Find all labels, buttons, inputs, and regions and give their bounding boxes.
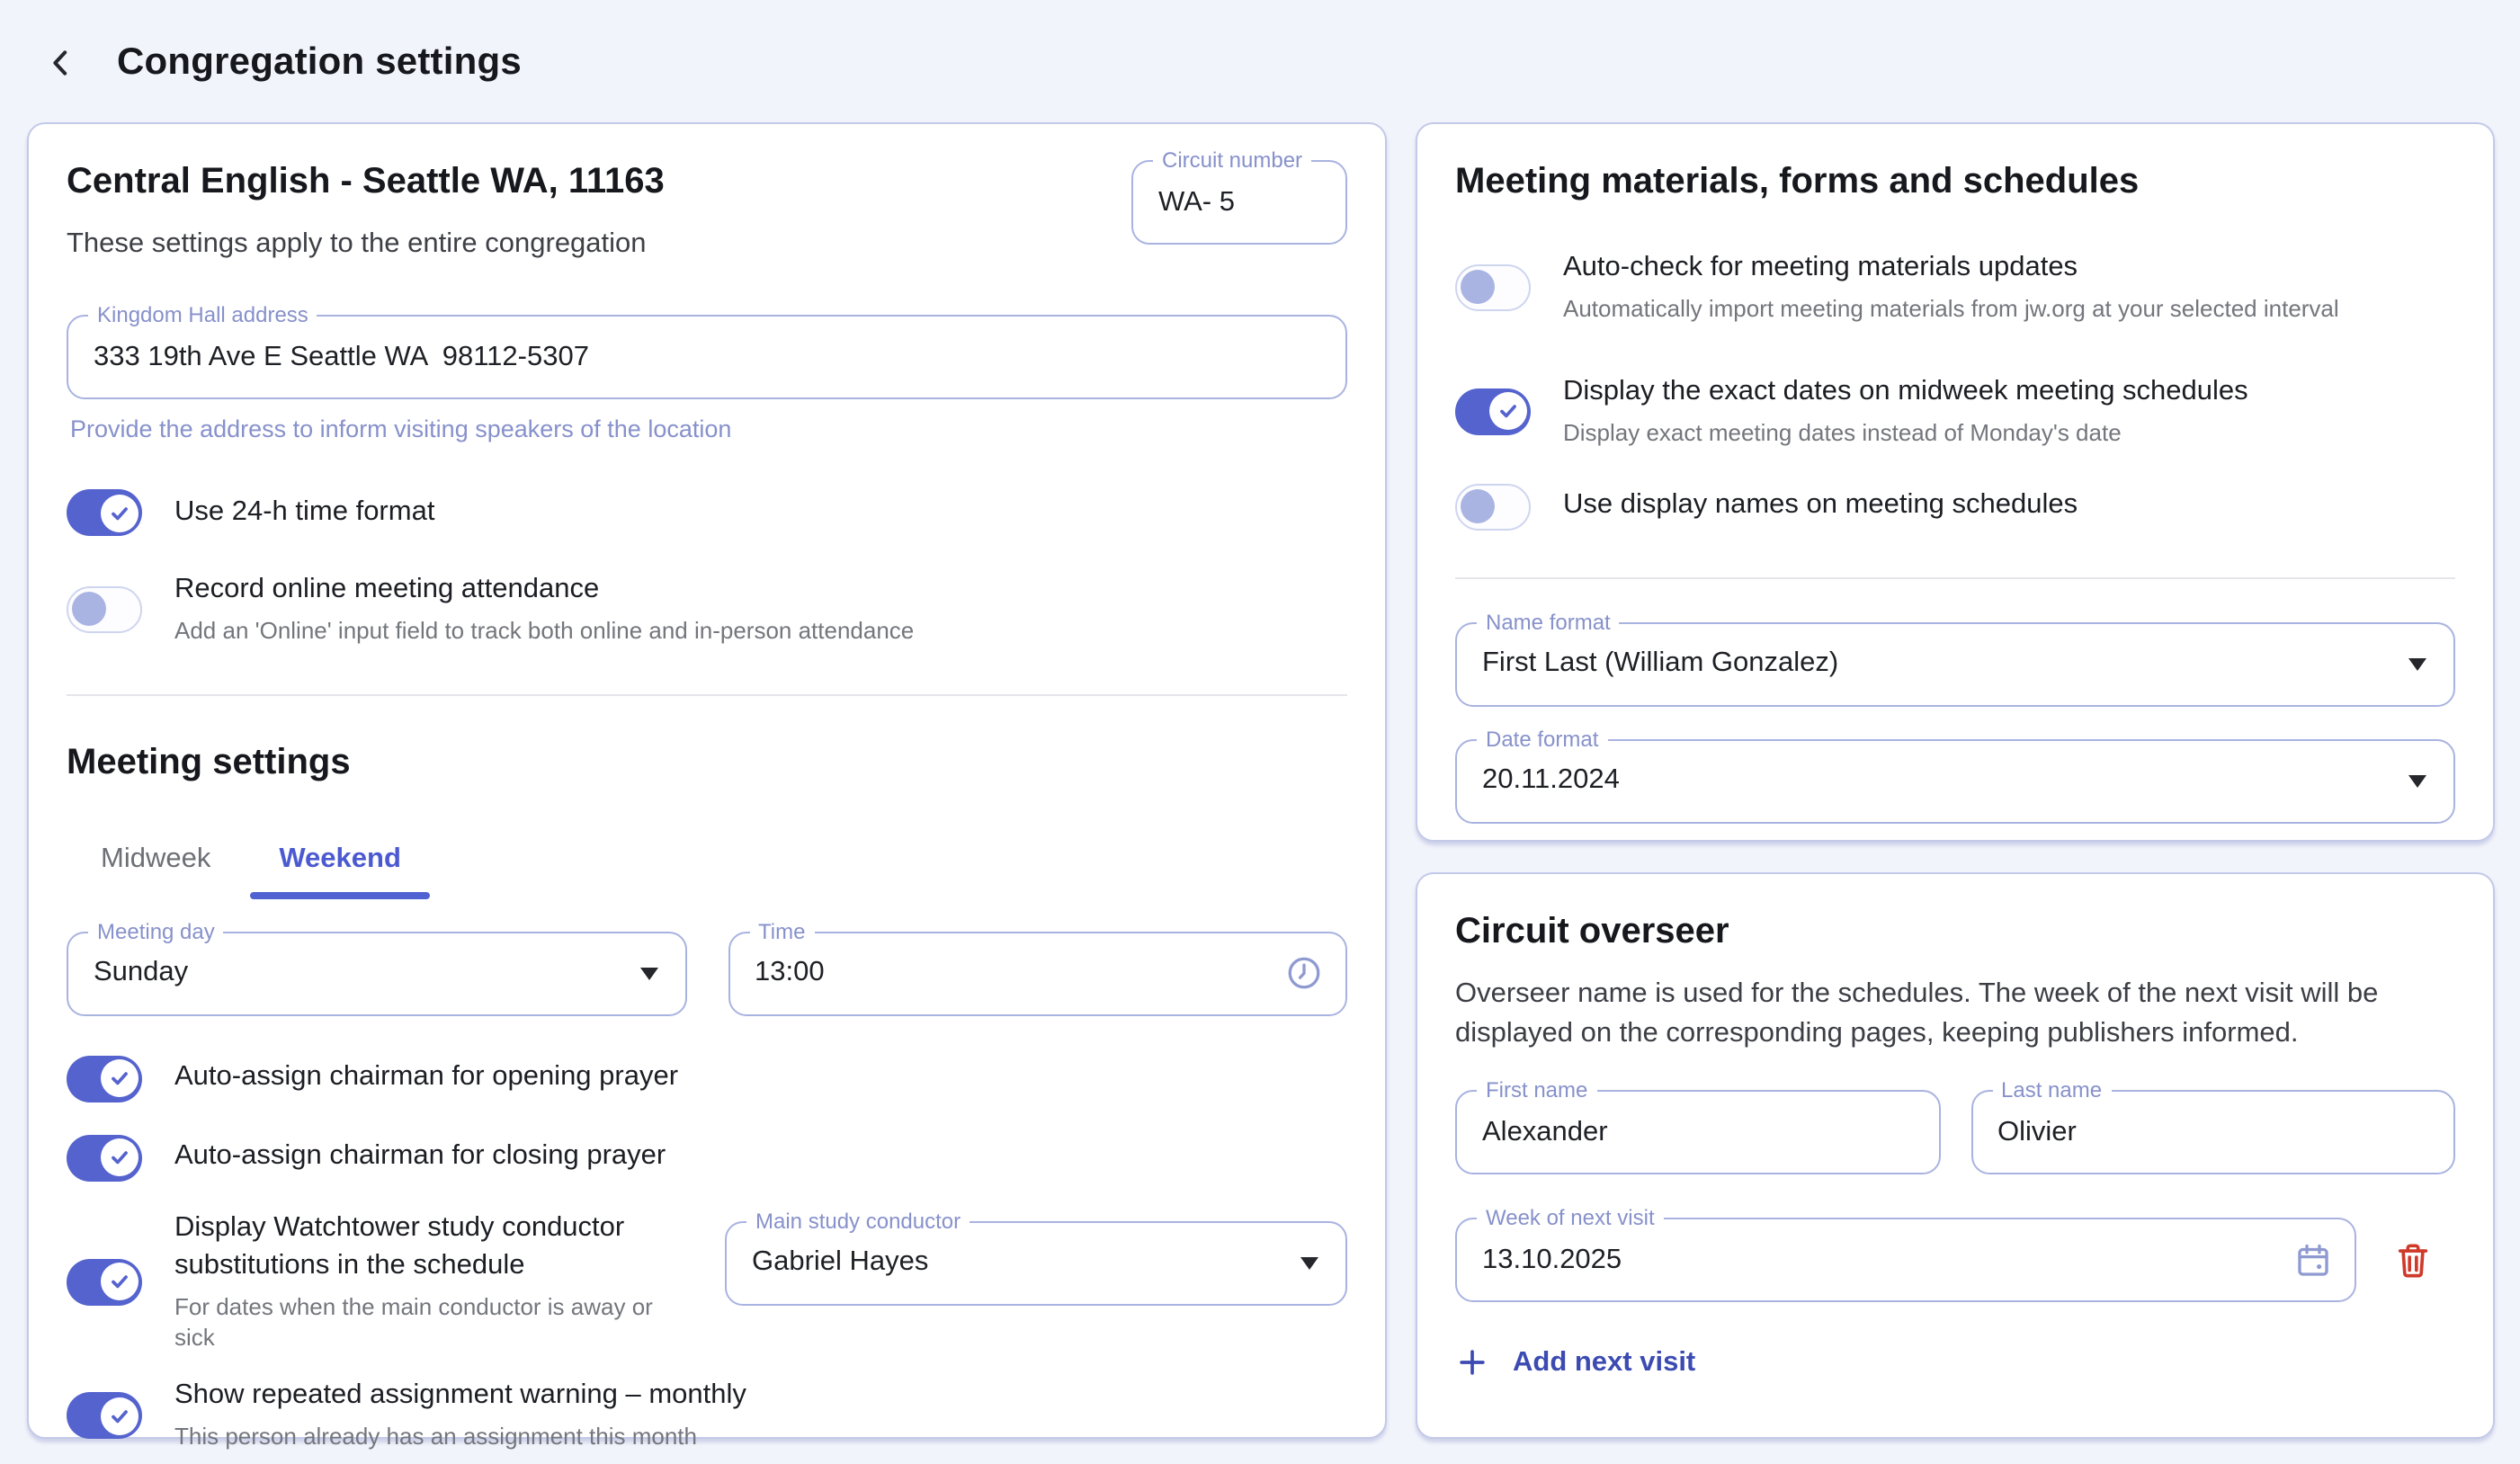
opening-prayer-row: Auto-assign chairman for opening prayer (67, 1056, 1347, 1102)
chevron-down-icon (639, 969, 657, 981)
tab-weekend[interactable]: Weekend (245, 827, 435, 899)
last-name-field[interactable]: Last name Olivier (1970, 1090, 2455, 1174)
chevron-down-icon (2408, 658, 2426, 671)
auto-check-helper: Automatically import meeting materials f… (1563, 295, 2339, 326)
section-divider (1455, 576, 2455, 578)
wt-substitutions-label: Display Watchtower study conductor subst… (174, 1210, 669, 1286)
week-of-next-visit-label: Week of next visit (1477, 1205, 1664, 1230)
add-next-visit-button[interactable]: Add next visit (1455, 1345, 1695, 1379)
record-online-helper: Add an 'Online' input field to track bot… (174, 617, 914, 647)
meeting-tabs: Midweek Weekend (67, 827, 1347, 899)
last-name-value: Olivier (1997, 1116, 2077, 1148)
use-24h-toggle[interactable] (67, 489, 142, 536)
record-online-row: Record online meeting attendance Add an … (67, 572, 1347, 647)
first-name-label: First name (1477, 1077, 1596, 1102)
main-study-conductor-label: Main study conductor (746, 1209, 970, 1234)
calendar-icon[interactable] (2293, 1240, 2333, 1280)
date-format-select[interactable]: Date format 20.11.2024 (1455, 738, 2455, 823)
time-label: Time (749, 919, 814, 944)
meeting-day-label: Meeting day (88, 919, 224, 944)
circuit-number-label: Circuit number (1153, 147, 1311, 173)
closing-prayer-toggle[interactable] (67, 1135, 142, 1182)
circuit-number-field[interactable]: Circuit number WA- 5 (1131, 160, 1347, 245)
auto-check-label: Auto-check for meeting materials updates (1563, 250, 2339, 288)
auto-check-toggle[interactable] (1455, 264, 1531, 311)
first-name-value: Alexander (1482, 1116, 1608, 1148)
name-format-select[interactable]: Name format First Last (William Gonzalez… (1455, 621, 2455, 706)
display-names-row: Use display names on meeting schedules (1455, 483, 2455, 530)
chevron-down-icon (2408, 775, 2426, 788)
auto-check-row: Auto-check for meeting materials updates… (1455, 250, 2455, 326)
materials-card: Meeting materials, forms and schedules A… (1416, 122, 2495, 842)
toggle-check-icon (1488, 392, 1526, 430)
use-24h-label: Use 24-h time format (174, 494, 434, 531)
address-helper-text: Provide the address to inform visiting s… (67, 415, 1347, 442)
meeting-settings-heading: Meeting settings (67, 743, 1347, 784)
toggle-check-icon (100, 494, 138, 531)
repeat-warning-helper: This person already has an assignment th… (174, 1424, 746, 1454)
overseer-heading: Circuit overseer (1455, 912, 2455, 953)
opening-prayer-label: Auto-assign chairman for opening prayer (174, 1060, 678, 1098)
chevron-down-icon (1300, 1258, 1318, 1271)
toggle-check-icon (100, 1139, 138, 1177)
plus-icon (1455, 1345, 1489, 1379)
clock-icon[interactable] (1284, 954, 1324, 994)
main-study-conductor-value: Gabriel Hayes (752, 1247, 928, 1280)
circuit-overseer-card: Circuit overseer Overseer name is used f… (1416, 872, 2495, 1439)
repeat-warning-label: Show repeated assignment warning – month… (174, 1379, 746, 1416)
kingdom-hall-address-value: 333 19th Ave E Seattle WA 98112-5307 (94, 341, 589, 373)
use-24h-row: Use 24-h time format (67, 489, 1347, 536)
page-title: Congregation settings (117, 41, 522, 85)
add-next-visit-label: Add next visit (1513, 1346, 1695, 1379)
wt-substitutions-toggle[interactable] (67, 1258, 142, 1305)
overseer-description: Overseer name is used for the schedules.… (1455, 975, 2455, 1054)
toggle-check-icon (100, 1060, 138, 1098)
materials-heading: Meeting materials, forms and schedules (1455, 162, 2455, 203)
opening-prayer-toggle[interactable] (67, 1056, 142, 1102)
meeting-day-value: Sunday (94, 958, 188, 990)
week-of-next-visit-value: 13.10.2025 (1482, 1244, 1622, 1276)
record-online-toggle[interactable] (67, 586, 142, 633)
back-button[interactable] (40, 41, 83, 85)
record-online-label: Record online meeting attendance (174, 572, 914, 610)
display-names-label: Use display names on meeting schedules (1563, 487, 2078, 525)
date-format-label: Date format (1477, 726, 1607, 751)
wt-substitutions-helper: For dates when the main conductor is awa… (174, 1292, 684, 1353)
display-names-toggle[interactable] (1455, 483, 1531, 530)
congregation-card: Central English - Seattle WA, 11163 Thes… (27, 122, 1387, 1439)
circuit-number-value: WA- 5 (1158, 186, 1235, 219)
exact-dates-row: Display the exact dates on midweek meeti… (1455, 374, 2455, 450)
delete-visit-button[interactable] (2392, 1239, 2434, 1281)
kingdom-hall-address-label: Kingdom Hall address (88, 302, 317, 327)
exact-dates-label: Display the exact dates on midweek meeti… (1563, 374, 2248, 412)
closing-prayer-label: Auto-assign chairman for closing prayer (174, 1139, 666, 1177)
exact-dates-toggle[interactable] (1455, 388, 1531, 434)
main-study-conductor-select[interactable]: Main study conductor Gabriel Hayes (725, 1221, 1347, 1306)
toggle-check-icon (100, 1263, 138, 1300)
tab-midweek[interactable]: Midweek (67, 827, 245, 899)
wt-substitutions-row: Display Watchtower study conductor subst… (67, 1210, 684, 1353)
time-value: 13:00 (755, 958, 825, 990)
closing-prayer-row: Auto-assign chairman for closing prayer (67, 1135, 1347, 1182)
kingdom-hall-address-field[interactable]: Kingdom Hall address 333 19th Ave E Seat… (67, 315, 1347, 399)
repeat-warning-row: Show repeated assignment warning – month… (67, 1379, 1347, 1454)
section-divider (67, 694, 1347, 696)
first-name-field[interactable]: First name Alexander (1455, 1090, 1940, 1174)
time-field[interactable]: Time 13:00 (728, 932, 1347, 1016)
chevron-left-icon (43, 45, 79, 81)
congregation-settings-page: Congregation settings Central English - … (0, 0, 2520, 1464)
repeat-warning-toggle[interactable] (67, 1393, 142, 1440)
week-of-next-visit-field[interactable]: Week of next visit 13.10.2025 (1455, 1218, 2356, 1302)
name-format-value: First Last (William Gonzalez) (1482, 647, 1838, 680)
exact-dates-helper: Display exact meeting dates instead of M… (1563, 418, 2248, 449)
trash-icon (2392, 1239, 2434, 1281)
toggle-check-icon (100, 1397, 138, 1435)
name-format-label: Name format (1477, 609, 1620, 634)
last-name-label: Last name (1992, 1077, 2111, 1102)
page-header: Congregation settings (0, 0, 2520, 99)
meeting-day-select[interactable]: Meeting day Sunday (67, 932, 686, 1016)
date-format-value: 20.11.2024 (1482, 764, 1620, 797)
